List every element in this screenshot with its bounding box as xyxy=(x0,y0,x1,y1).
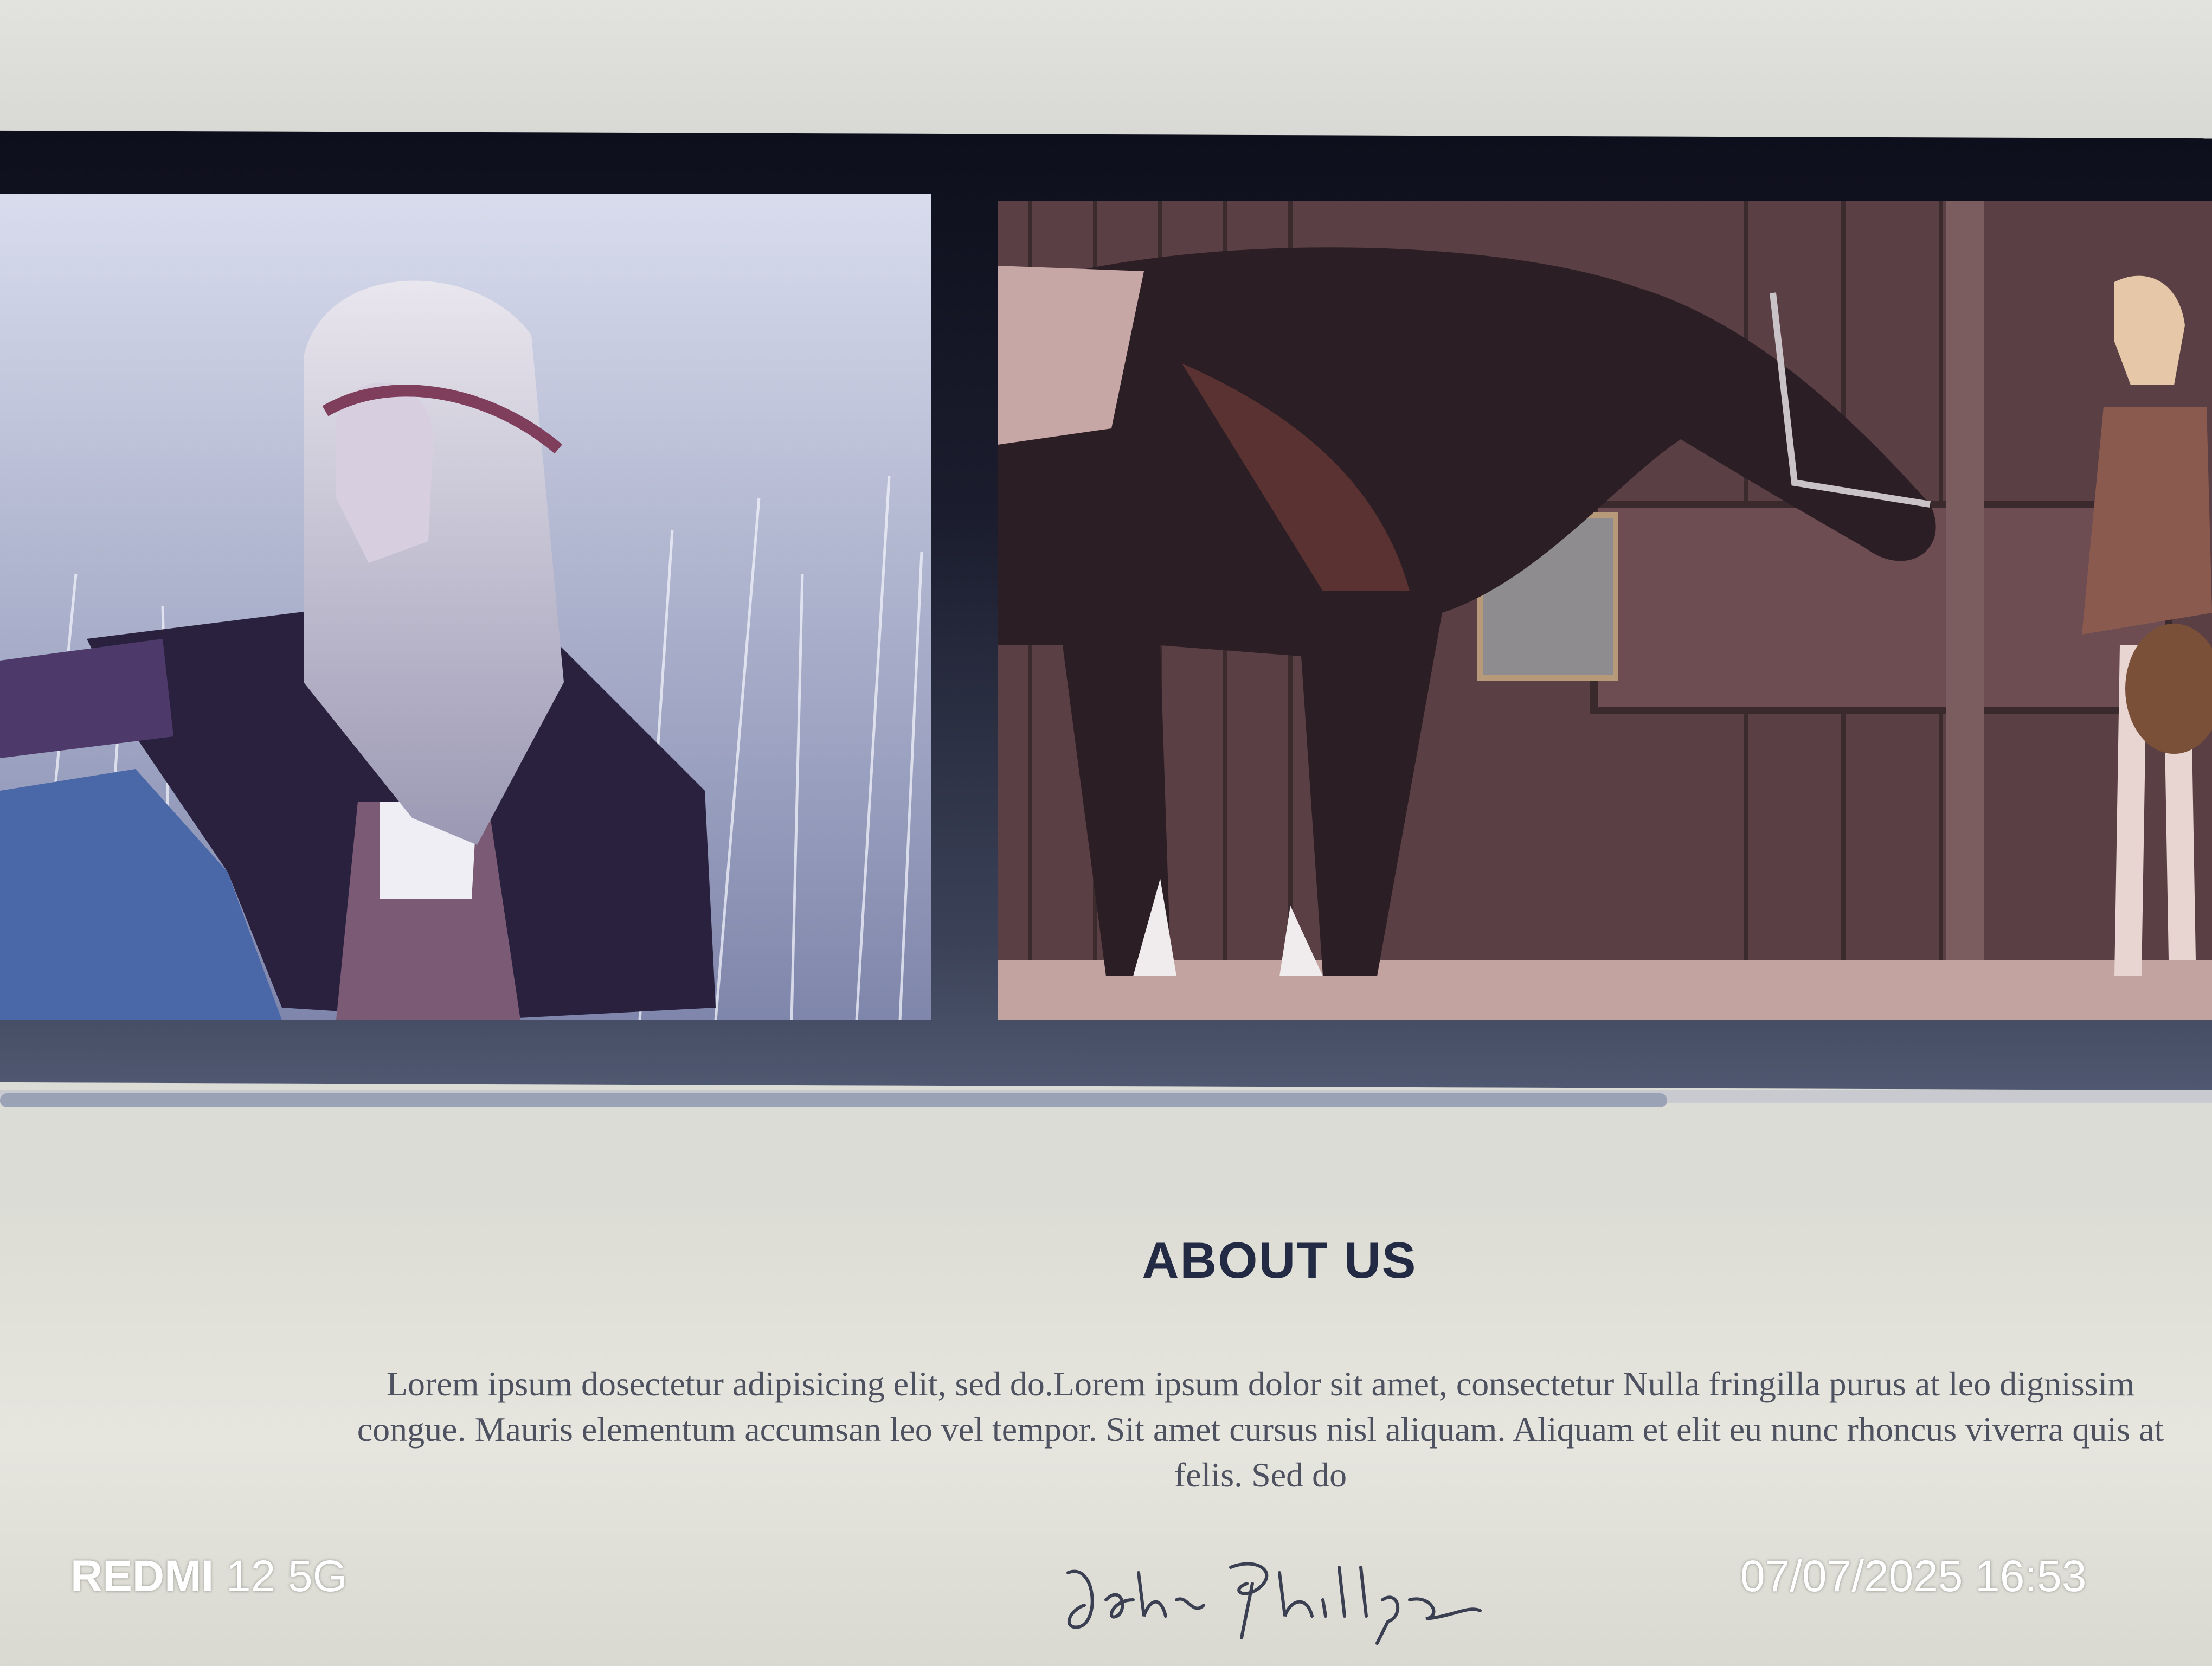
horizontal-scrollbar-thumb[interactable] xyxy=(0,1093,1667,1107)
photo-woman-field-illustration xyxy=(0,194,931,1020)
screen-top-area xyxy=(0,0,2212,138)
device-model: 12 5G xyxy=(226,1552,348,1601)
about-body-text: Lorem ipsum dosectetur adipisicing elit,… xyxy=(357,1364,2164,1494)
about-title: ABOUT US xyxy=(1142,1232,1417,1289)
device-brand: REDMI xyxy=(70,1552,214,1601)
camera-watermark-device: REDMI 12 5G xyxy=(70,1551,347,1602)
gallery-photo-horse-stable[interactable] xyxy=(998,201,2212,1020)
handwritten-signature-image xyxy=(1066,1562,1482,1645)
signature xyxy=(1052,1540,1486,1649)
camera-watermark-timestamp: 07/07/2025 16:53 xyxy=(1740,1552,2087,1601)
photo-horse-illustration xyxy=(998,201,2212,1020)
gallery-photo-woman-in-field[interactable] xyxy=(0,194,931,1020)
